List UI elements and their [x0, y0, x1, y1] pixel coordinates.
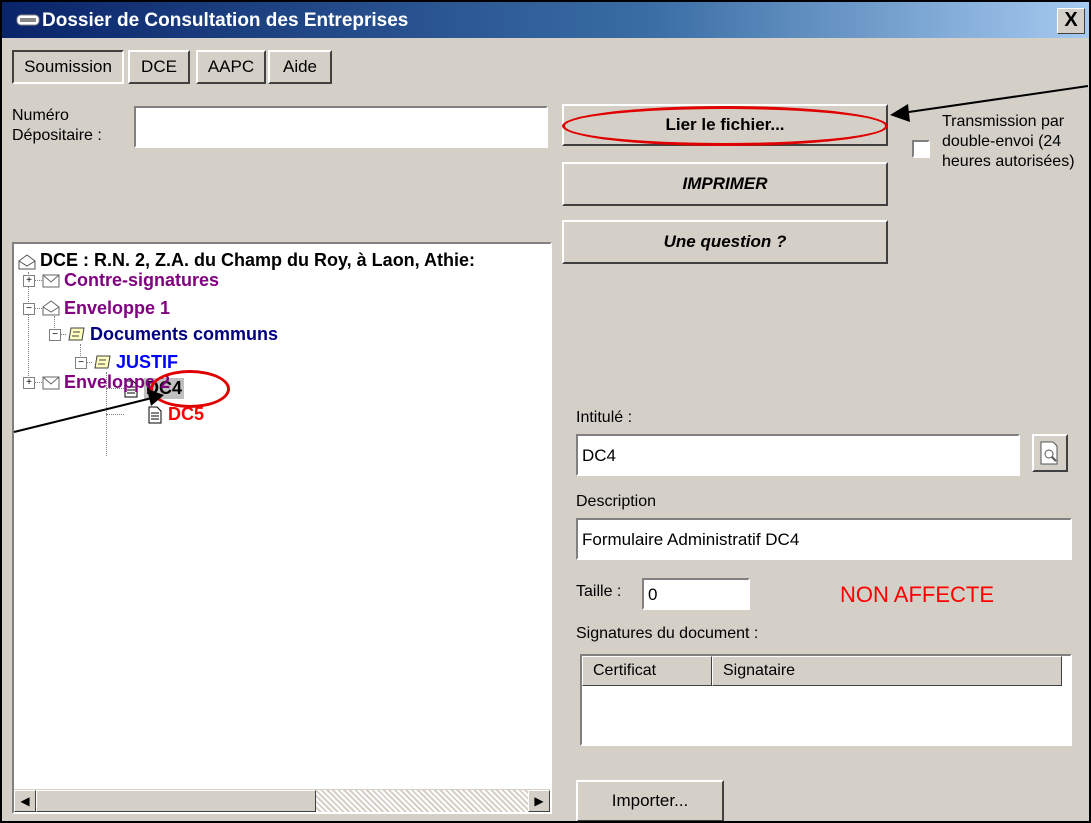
annotation-arrows [13, 85, 1089, 433]
